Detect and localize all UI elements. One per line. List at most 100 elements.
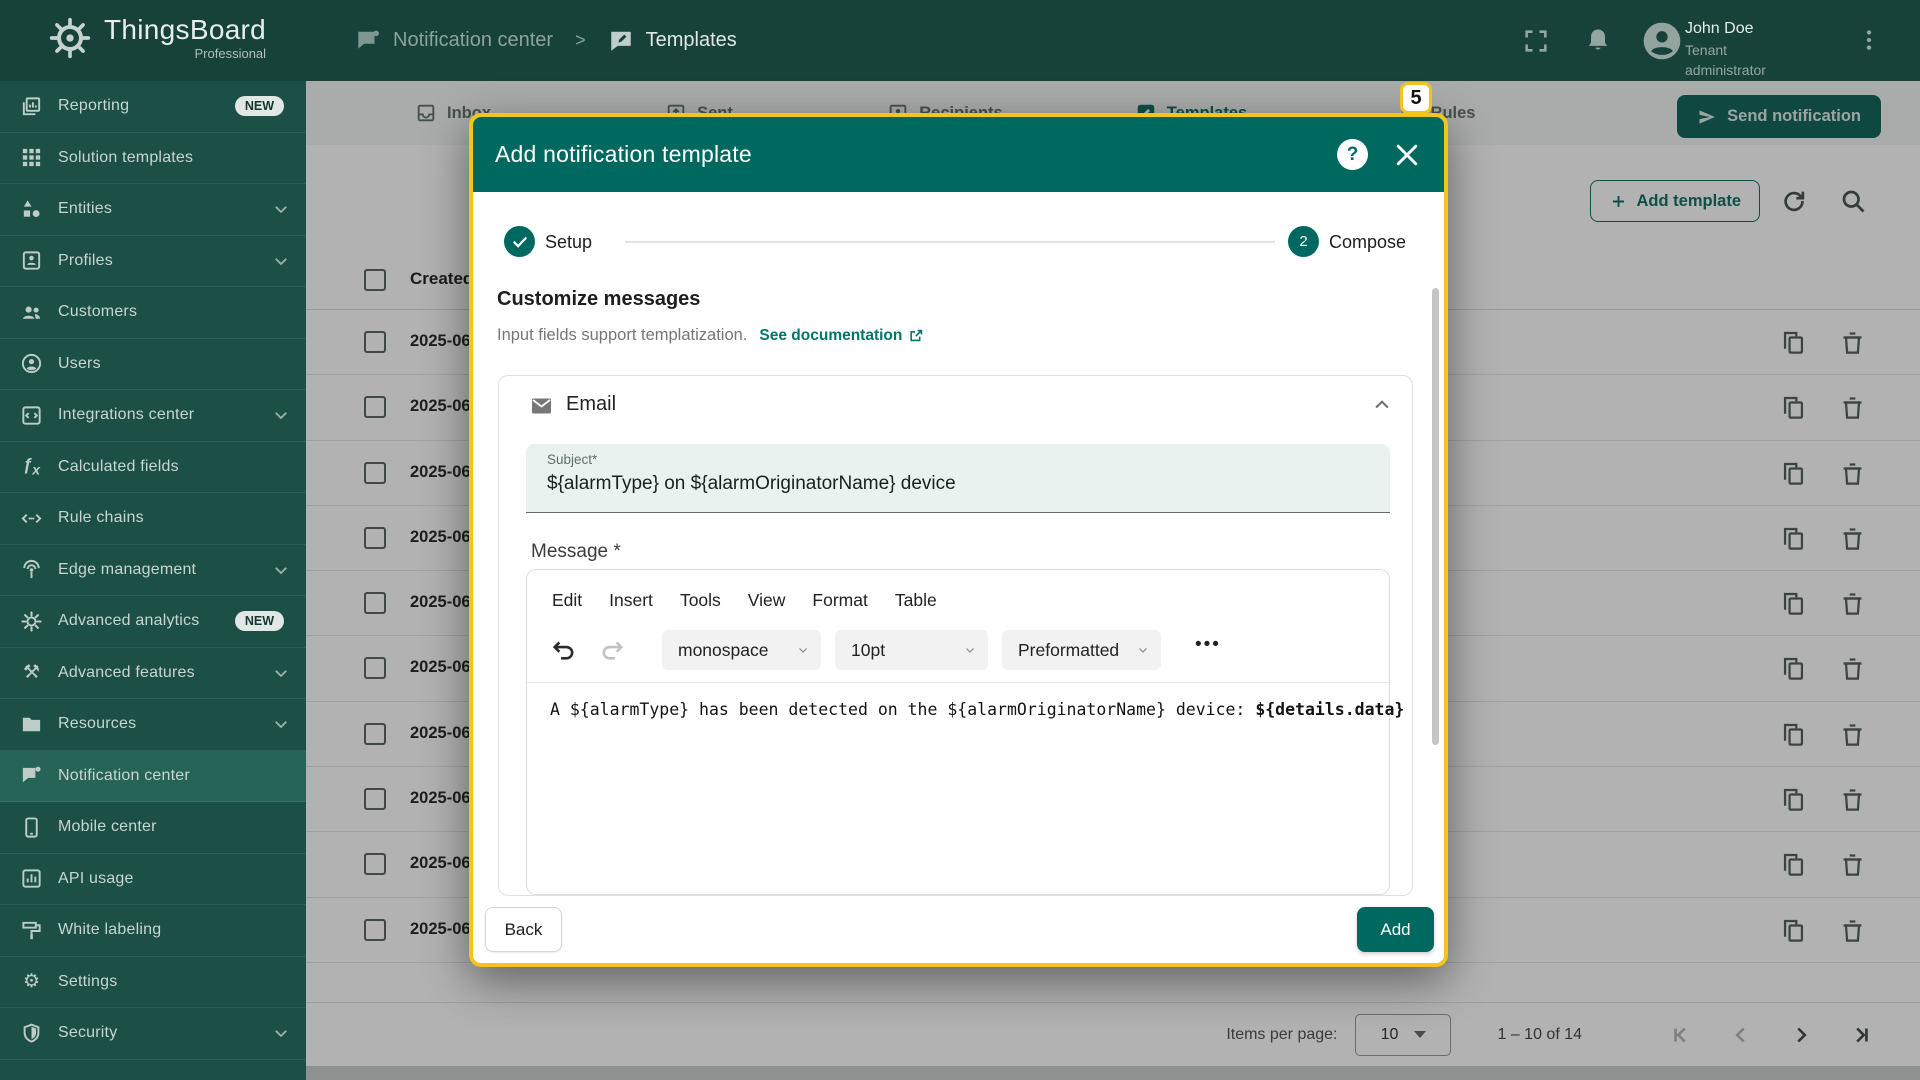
chevron-down-icon bbox=[272, 561, 290, 579]
chevron-down-icon bbox=[272, 406, 290, 424]
subject-field-value: ${alarmType} on ${alarmOriginatorName} d… bbox=[547, 473, 956, 494]
avatar[interactable] bbox=[1642, 21, 1682, 61]
step2-circle[interactable]: 2 bbox=[1288, 226, 1319, 257]
sidebar-item-icon bbox=[20, 352, 43, 375]
chevron-down-icon bbox=[272, 715, 290, 733]
sidebar-item[interactable]: Edge management bbox=[0, 545, 306, 596]
redo-icon[interactable] bbox=[598, 636, 626, 664]
breadcrumb-separator: > bbox=[575, 30, 586, 50]
sidebar-item[interactable]: Profiles bbox=[0, 236, 306, 287]
sidebar-item[interactable]: Security bbox=[0, 1008, 306, 1060]
message-content-bold: ${details.data} bbox=[1255, 700, 1405, 719]
sidebar-item-icon bbox=[20, 507, 43, 530]
sidebar-item[interactable]: Mobile center bbox=[0, 802, 306, 854]
fullscreen-icon[interactable] bbox=[1522, 27, 1550, 55]
editor-menu-item[interactable]: Tools bbox=[680, 590, 721, 611]
sidebar-item[interactable]: Rule chains bbox=[0, 493, 306, 545]
undo-icon[interactable] bbox=[550, 636, 578, 664]
sidebar-item-icon bbox=[20, 558, 43, 581]
subject-field-label: Subject* bbox=[547, 452, 598, 467]
sidebar-item-label: Users bbox=[58, 354, 101, 372]
add-button[interactable]: Add bbox=[1357, 907, 1434, 952]
more-tools-button[interactable]: ••• bbox=[1195, 634, 1221, 656]
sidebar-item-label: Notification center bbox=[58, 766, 190, 784]
sidebar-item-label: Edge management bbox=[58, 560, 197, 578]
sidebar-item-icon: ƒx bbox=[22, 455, 41, 479]
message-content[interactable]: A ${alarmType} has been detected on the … bbox=[550, 700, 1404, 719]
see-documentation-link[interactable]: See documentation bbox=[759, 327, 925, 345]
thingsboard-logo-icon bbox=[48, 16, 92, 60]
sidebar-item[interactable]: Integrations center bbox=[0, 390, 306, 442]
sidebar-item[interactable]: White labeling bbox=[0, 905, 306, 957]
sidebar-item-label: Entities bbox=[58, 200, 113, 218]
editor-menu-item[interactable]: Table bbox=[895, 590, 937, 611]
email-section-title: Email bbox=[566, 393, 617, 415]
back-button[interactable]: Back bbox=[485, 907, 562, 952]
breadcrumb: Notification center > Templates bbox=[355, 0, 737, 81]
sidebar-item-label: Security bbox=[58, 1024, 118, 1042]
email-section: Email Subject* ${alarmType} on ${alarmOr… bbox=[498, 375, 1413, 896]
logo[interactable]: ThingsBoard Professional bbox=[48, 14, 266, 61]
sidebar-item-icon: ⚒ bbox=[22, 662, 41, 684]
editor-menu-item[interactable]: View bbox=[748, 590, 786, 611]
user-info[interactable]: John Doe Tenant administrator bbox=[1685, 18, 1810, 80]
sidebar-item[interactable]: Advanced analytics NEW bbox=[0, 596, 306, 648]
select-caret-icon bbox=[797, 644, 809, 656]
chevron-down-icon bbox=[272, 252, 290, 270]
sidebar-item[interactable]: Users bbox=[0, 339, 306, 390]
subject-field[interactable]: Subject* ${alarmType} on ${alarmOriginat… bbox=[526, 444, 1390, 513]
help-icon[interactable]: ? bbox=[1337, 139, 1368, 170]
top-header: ThingsBoard Professional Notification ce… bbox=[0, 0, 1920, 81]
notification-center-icon bbox=[355, 28, 381, 54]
sidebar-item-icon bbox=[20, 713, 43, 736]
sidebar-item-label: Mobile center bbox=[58, 818, 157, 836]
sidebar-item[interactable]: Reporting NEW bbox=[0, 81, 306, 133]
message-label: Message * bbox=[531, 541, 621, 562]
toolbar-divider bbox=[527, 682, 1389, 683]
sidebar-item[interactable]: Customers bbox=[0, 287, 306, 339]
font-family-select[interactable]: monospace bbox=[662, 630, 821, 670]
step1-check-circle[interactable] bbox=[504, 226, 535, 257]
block-format-select[interactable]: Preformatted bbox=[1002, 630, 1161, 670]
sidebar-item[interactable]: ⚙ Settings bbox=[0, 957, 306, 1008]
editor-menu-item[interactable]: Insert bbox=[609, 590, 653, 611]
step1-label[interactable]: Setup bbox=[545, 232, 592, 253]
sidebar-item-label: Resources bbox=[58, 715, 137, 733]
sidebar-item-label: Customers bbox=[58, 303, 138, 321]
sidebar-item-icon bbox=[20, 816, 43, 839]
sidebar-item-label: Solution templates bbox=[58, 148, 194, 166]
sidebar-item[interactable]: API usage bbox=[0, 854, 306, 905]
sidebar-item[interactable]: ⚒ Advanced features bbox=[0, 648, 306, 699]
close-icon[interactable] bbox=[1392, 140, 1422, 170]
templates-icon bbox=[608, 28, 634, 54]
sidebar-item-icon bbox=[20, 404, 43, 427]
sidebar-item[interactable]: Notification center bbox=[0, 750, 306, 802]
font-size-select[interactable]: 10pt bbox=[835, 630, 988, 670]
sidebar-item-label: API usage bbox=[58, 869, 134, 887]
notifications-bell-icon[interactable] bbox=[1584, 26, 1612, 54]
sidebar-item[interactable]: Solution templates bbox=[0, 133, 306, 184]
editor-menu-item[interactable]: Format bbox=[812, 590, 867, 611]
stepper: Setup 2 Compose bbox=[473, 220, 1444, 264]
breadcrumb-section[interactable]: Notification center bbox=[393, 29, 553, 52]
sidebar-item-label: Advanced analytics bbox=[58, 612, 200, 630]
sidebar-item-label: Reporting bbox=[58, 97, 130, 115]
dialog-header: Add notification template ? bbox=[473, 117, 1444, 192]
sidebar-item-label: Settings bbox=[58, 972, 118, 990]
message-editor: Edit Insert Tools View Format Table monospace… bbox=[526, 569, 1404, 895]
sidebar-item[interactable]: ƒx Calculated fields bbox=[0, 442, 306, 493]
user-role: Tenant administrator bbox=[1685, 42, 1766, 78]
sidebar-item-label: Rule chains bbox=[58, 509, 144, 527]
sidebar-item[interactable]: Resources bbox=[0, 699, 306, 751]
sidebar-item-icon bbox=[20, 146, 43, 169]
chevron-up-icon[interactable] bbox=[1372, 395, 1392, 415]
sidebar-item-icon bbox=[20, 919, 43, 942]
sidebar-item-icon bbox=[20, 198, 43, 221]
annotation-badge: 5 bbox=[1400, 82, 1432, 114]
kebab-menu-icon[interactable] bbox=[1856, 27, 1882, 53]
sidebar-item[interactable]: Entities bbox=[0, 184, 306, 236]
sidebar-item-label: Profiles bbox=[58, 251, 113, 269]
sidebar-item-icon bbox=[20, 867, 43, 890]
dialog-scrollbar[interactable] bbox=[1432, 288, 1439, 745]
editor-menu-item[interactable]: Edit bbox=[552, 590, 582, 611]
